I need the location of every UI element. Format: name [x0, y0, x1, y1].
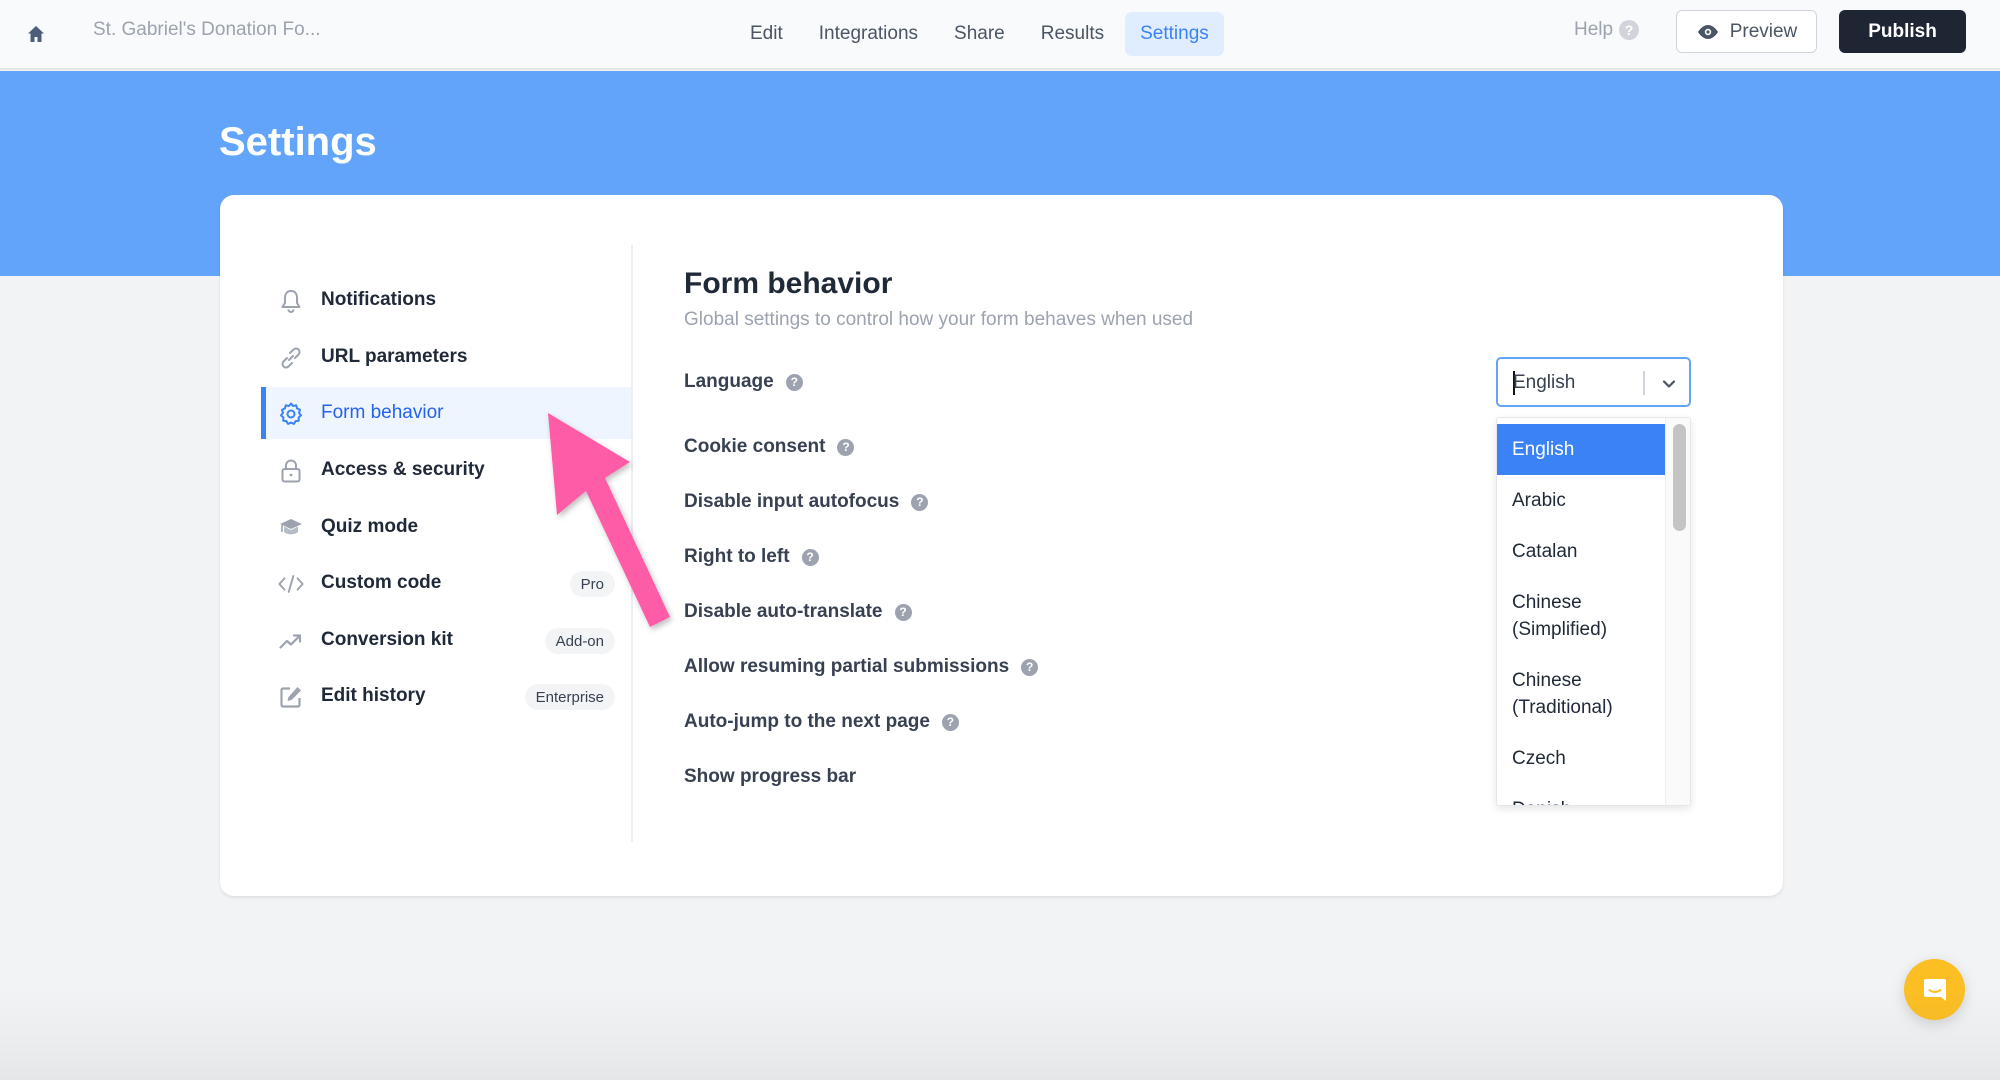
- setting-label: Disable input autofocus: [684, 491, 900, 512]
- setting-label: Auto-jump to the next page: [684, 711, 930, 732]
- link-icon: [277, 344, 305, 372]
- trending-up-icon: [277, 627, 305, 655]
- sidebar-item-url-parameters[interactable]: URL parameters: [261, 331, 631, 383]
- add-on-badge: Add-on: [544, 628, 615, 654]
- tab-edit[interactable]: Edit: [735, 12, 798, 56]
- language-option-danish[interactable]: Danish: [1497, 784, 1665, 805]
- chat-button[interactable]: [1904, 959, 1965, 1020]
- enterprise-badge: Enterprise: [524, 684, 615, 710]
- help-label: Help: [1574, 19, 1614, 40]
- top-bar: St. Gabriel's Donation Fo... Edit Integr…: [0, 0, 2000, 70]
- page-title: Settings: [219, 120, 377, 164]
- sidebar-item-form-behavior[interactable]: Form behavior: [261, 387, 631, 439]
- setting-label: Allow resuming partial submissions: [684, 656, 1010, 677]
- language-option-chinese-traditional[interactable]: Chinese (Traditional): [1497, 655, 1665, 733]
- preview-button[interactable]: Preview: [1676, 10, 1817, 53]
- setting-auto-jump-next-page: Auto-jump to the next page ?: [684, 711, 959, 733]
- help-icon[interactable]: ?: [1021, 658, 1039, 676]
- bottom-fade: [0, 990, 2000, 1080]
- sidebar-item-label: Access & security: [321, 459, 485, 480]
- dropdown-scrollbar-thumb[interactable]: [1673, 424, 1686, 531]
- pro-badge: Pro: [569, 571, 615, 597]
- help-icon[interactable]: ?: [785, 373, 803, 391]
- help-icon[interactable]: ?: [894, 603, 912, 621]
- sidebar-item-conversion-kit[interactable]: Conversion kit Add-on: [261, 614, 631, 666]
- language-option-arabic[interactable]: Arabic: [1497, 475, 1665, 526]
- sidebar-item-label: Form behavior: [321, 402, 444, 423]
- sidebar-item-custom-code[interactable]: Custom code Pro: [261, 557, 631, 609]
- section-subtitle: Global settings to control how your form…: [684, 309, 1194, 330]
- tab-settings[interactable]: Settings: [1125, 12, 1224, 56]
- setting-label: Disable auto-translate: [684, 601, 883, 622]
- setting-label: Cookie consent: [684, 436, 826, 457]
- language-dropdown-menu: English Arabic Catalan Chinese (Simplifi…: [1496, 417, 1691, 806]
- setting-allow-resuming-partial-submissions: Allow resuming partial submissions ?: [684, 656, 1039, 678]
- eye-icon: [1697, 24, 1718, 39]
- sidebar-item-edit-history[interactable]: Edit history Enterprise: [261, 670, 631, 722]
- tab-integrations[interactable]: Integrations: [804, 12, 933, 56]
- setting-right-to-left: Right to left ?: [684, 546, 819, 568]
- setting-cookie-consent: Cookie consent ?: [684, 436, 855, 458]
- lock-icon: [277, 457, 305, 485]
- language-select-value: English: [1513, 372, 1576, 393]
- setting-label: Right to left: [684, 546, 790, 567]
- help-icon: ?: [1619, 20, 1640, 40]
- sidebar-item-label: Edit history: [321, 685, 426, 706]
- tab-share[interactable]: Share: [939, 12, 1020, 56]
- form-title[interactable]: St. Gabriel's Donation Fo...: [93, 19, 321, 41]
- preview-label: Preview: [1729, 20, 1798, 42]
- help-icon[interactable]: ?: [801, 548, 819, 566]
- bell-icon: [277, 287, 305, 315]
- language-select[interactable]: English: [1496, 357, 1691, 407]
- code-icon: [277, 570, 305, 598]
- home-button[interactable]: [22, 20, 50, 48]
- sidebar-item-access-security[interactable]: Access & security: [261, 444, 631, 496]
- sidebar-item-label: URL parameters: [321, 346, 468, 367]
- sidebar-item-label: Conversion kit: [321, 629, 453, 650]
- sidebar-item-label: Quiz mode: [321, 516, 419, 537]
- language-option-english[interactable]: English: [1497, 424, 1665, 475]
- chevron-down-icon[interactable]: [1658, 373, 1680, 395]
- language-options: English Arabic Catalan Chinese (Simplifi…: [1497, 424, 1665, 805]
- help-icon[interactable]: ?: [911, 493, 929, 511]
- setting-disable-auto-translate: Disable auto-translate ?: [684, 601, 912, 623]
- language-option-czech[interactable]: Czech: [1497, 733, 1665, 784]
- setting-label: Show progress bar: [684, 766, 857, 787]
- edit-icon: [277, 683, 305, 711]
- language-option-chinese-simplified[interactable]: Chinese (Simplified): [1497, 577, 1665, 655]
- setting-disable-input-autofocus: Disable input autofocus ?: [684, 491, 929, 513]
- help-icon[interactable]: ?: [941, 713, 959, 731]
- setting-label: Language: [684, 371, 774, 392]
- language-option-catalan[interactable]: Catalan: [1497, 526, 1665, 577]
- select-separator: [1643, 371, 1645, 395]
- setting-show-progress-bar: Show progress bar: [684, 766, 856, 788]
- tab-results[interactable]: Results: [1026, 12, 1119, 56]
- gear-icon: [277, 400, 305, 428]
- main-nav: Edit Integrations Share Results Settings: [735, 12, 1224, 56]
- chat-icon: [1923, 978, 1946, 1001]
- help-link[interactable]: Help ?: [1574, 19, 1640, 41]
- sidebar-item-notifications[interactable]: Notifications: [261, 274, 631, 326]
- setting-language: Language ?: [684, 371, 803, 393]
- settings-card: Notifications URL parameters Form behavi…: [220, 195, 1783, 896]
- graduation-cap-icon: [277, 514, 305, 542]
- section-title: Form behavior: [684, 267, 893, 300]
- sidebar-divider: [631, 245, 633, 842]
- sidebar-item-quiz-mode[interactable]: Quiz mode: [261, 501, 631, 553]
- sidebar-item-label: Custom code: [321, 572, 442, 593]
- help-icon[interactable]: ?: [837, 438, 855, 456]
- sidebar-item-label: Notifications: [321, 289, 437, 310]
- home-icon: [28, 26, 44, 42]
- publish-button[interactable]: Publish: [1839, 10, 1966, 53]
